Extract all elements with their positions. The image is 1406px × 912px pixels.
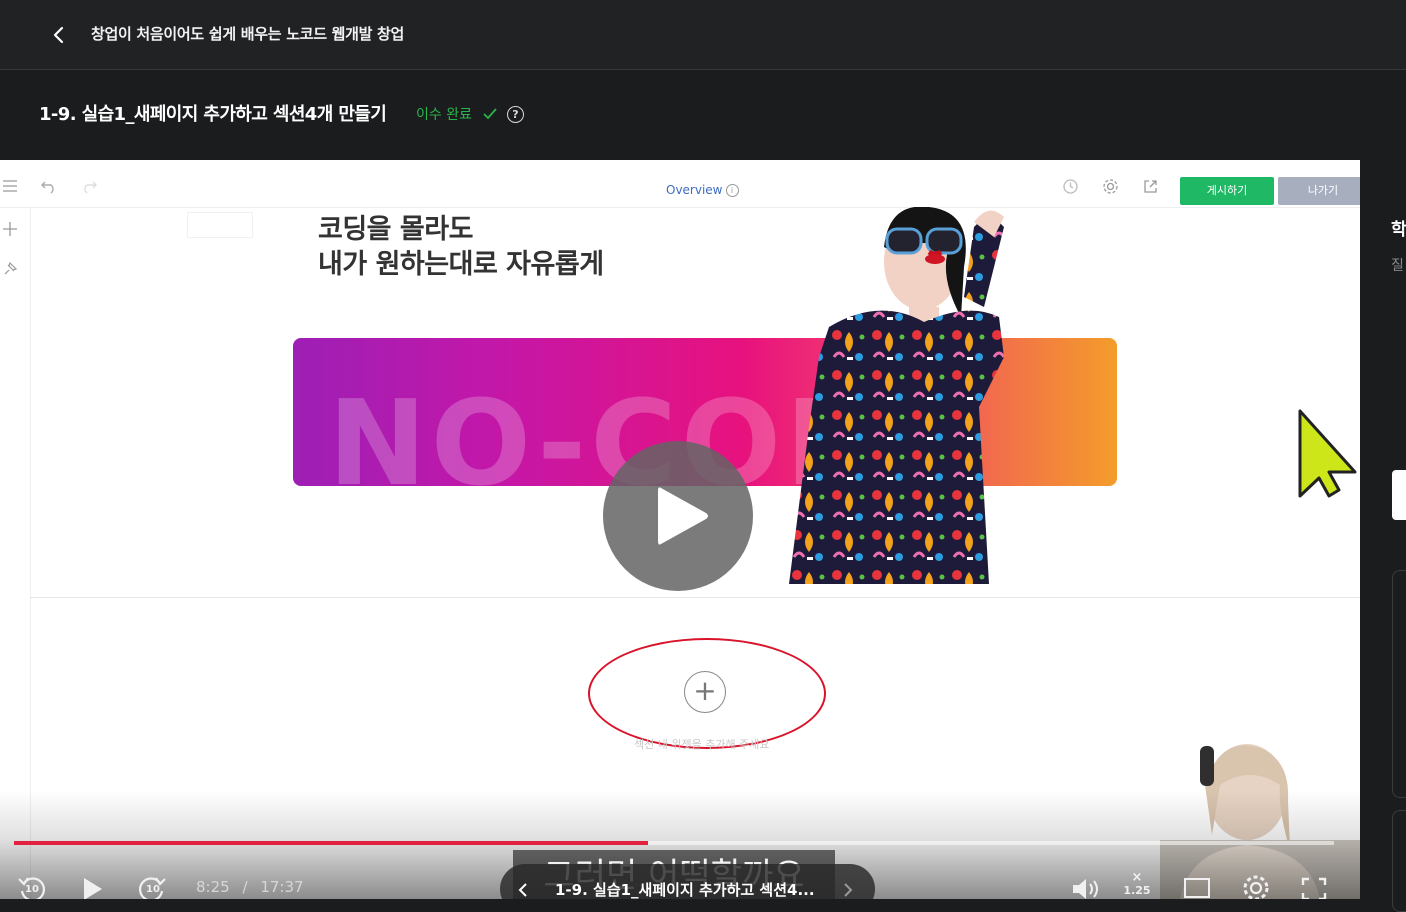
- section-divider: [30, 597, 1360, 598]
- current-time: 8:25: [196, 878, 230, 896]
- side-panel-button[interactable]: [1392, 470, 1406, 520]
- gear-icon: [1243, 875, 1269, 899]
- placeholder-box: [187, 212, 253, 238]
- cursor-icon: [1298, 409, 1357, 498]
- video-player[interactable]: Overview i 게시하기 나가기 코딩을 몰라도 내가 원하는대로 자유롭게…: [0, 160, 1360, 899]
- chevron-left-icon: [53, 26, 64, 44]
- forward-label: 10: [146, 884, 160, 895]
- speed-label: 1.25: [1123, 884, 1151, 897]
- history-icon: [1063, 179, 1078, 194]
- external-link-icon: [1144, 180, 1157, 193]
- publish-button: 게시하기: [1180, 177, 1274, 205]
- nav-lesson-title[interactable]: 1-9. 실습1_새페이지 추가하고 섹션4...: [555, 879, 815, 899]
- total-time: 17:37: [260, 878, 304, 896]
- check-icon: [483, 108, 497, 120]
- next-lesson-icon[interactable]: [843, 883, 853, 897]
- pip-button[interactable]: [1183, 876, 1211, 899]
- settings-icon: [1103, 179, 1118, 194]
- picture-in-picture-icon: [1184, 878, 1210, 898]
- close-x-icon: ×: [1131, 870, 1143, 885]
- forward-button[interactable]: 10: [136, 873, 168, 899]
- overview-label: Overview i: [666, 183, 739, 197]
- completion-status: 이수 완료: [416, 107, 472, 123]
- volume-icon: [1073, 879, 1098, 899]
- lesson-title: 1-9. 실습1_새페이지 추가하고 섹션4개 만들기: [39, 104, 387, 125]
- volume-button[interactable]: [1070, 876, 1102, 899]
- rewind-label: 10: [25, 884, 39, 895]
- play-icon: [658, 487, 708, 545]
- side-panel-card-2: [1392, 810, 1406, 912]
- side-panel-subtitle: 질: [1391, 258, 1404, 274]
- fullscreen-button[interactable]: [1300, 876, 1328, 899]
- side-panel-card: [1392, 570, 1406, 798]
- time-display: 8:25 / 17:37: [196, 878, 304, 896]
- exit-button: 나가기: [1278, 177, 1360, 205]
- undo-icon: [41, 181, 54, 194]
- hero-line-2: 내가 원하는대로 자유롭게: [318, 249, 604, 280]
- side-panel-title: 학: [1391, 220, 1406, 240]
- model-image: [789, 207, 1019, 584]
- fullscreen-icon: [1301, 877, 1327, 899]
- redo-icon: [84, 181, 97, 194]
- side-panel: 학 질: [1360, 160, 1406, 912]
- play-icon: [84, 878, 102, 899]
- play-button[interactable]: [78, 875, 106, 899]
- progress-fill: [14, 841, 648, 845]
- rewind-button[interactable]: 10: [16, 873, 48, 899]
- plus-icon: [3, 222, 17, 236]
- play-overlay-button[interactable]: [603, 441, 753, 591]
- lesson-bar: 1-9. 실습1_새페이지 추가하고 섹션4개 만들기 이수 완료 ?: [0, 70, 1406, 160]
- prev-lesson-icon[interactable]: [518, 883, 528, 897]
- pin-icon: [4, 261, 18, 275]
- add-widget-hint: 섹션 내 위젯을 추가해 주세요: [634, 738, 770, 751]
- back-button[interactable]: [46, 22, 72, 48]
- highlight-circle: [588, 638, 826, 749]
- info-icon: i: [725, 184, 739, 197]
- overview-text: Overview: [666, 183, 723, 197]
- speed-button[interactable]: × 1.25: [1122, 870, 1152, 897]
- menu-icon: [3, 180, 17, 192]
- question-circle-icon[interactable]: ?: [507, 106, 524, 123]
- hero-line-1: 코딩을 몰라도: [318, 214, 473, 245]
- course-title: 창업이 처음이어도 쉽게 배우는 노코드 웹개발 창업: [91, 25, 405, 43]
- time-separator: /: [242, 878, 248, 896]
- hero-heading: 코딩을 몰라도 내가 원하는대로 자유롭게: [318, 212, 604, 282]
- top-bar: 창업이 처음이어도 쉽게 배우는 노코드 웹개발 창업: [0, 0, 1406, 70]
- editor-toolbar: Overview i 게시하기 나가기: [0, 165, 1360, 208]
- settings-button[interactable]: [1241, 873, 1271, 899]
